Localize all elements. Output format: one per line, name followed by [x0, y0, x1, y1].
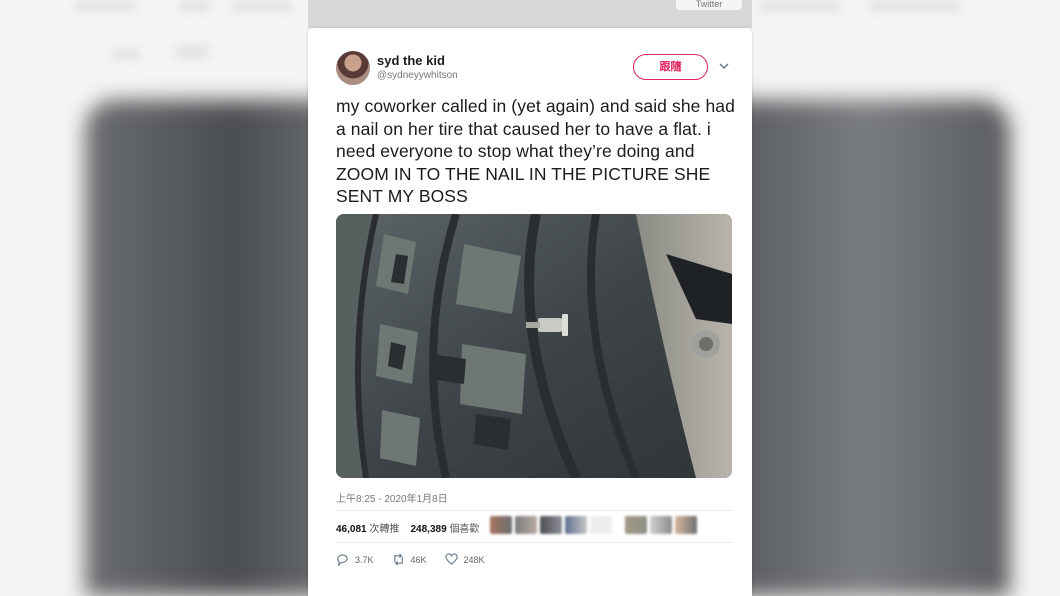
tweet-text: my coworker called in (yet again) and sa…: [336, 96, 735, 207]
tweet-actions: 3.7K 46K 248K: [336, 553, 485, 566]
blurred-shape: [760, 0, 840, 12]
blurred-tire-right: [720, 100, 1010, 596]
top-strip: Twitter: [308, 0, 752, 28]
like-button[interactable]: 248K: [444, 553, 485, 566]
timestamp[interactable]: 上午8:25 - 2020年1月8日: [336, 490, 448, 505]
blurred-shape: [112, 48, 140, 60]
liker-avatar[interactable]: [515, 516, 537, 534]
reply-icon: [337, 554, 348, 566]
handle[interactable]: @sydneyywhitson: [377, 70, 458, 81]
follow-button[interactable]: 跟隨: [633, 54, 708, 80]
liker-avatar[interactable]: [675, 516, 697, 534]
liker-avatar[interactable]: [540, 516, 562, 534]
blurred-shape: [232, 0, 292, 12]
liker-avatar[interactable]: [650, 516, 672, 534]
retweet-button[interactable]: 46K: [392, 553, 427, 566]
blurred-shape: [75, 0, 135, 12]
likers-avatars: [490, 516, 697, 534]
tweet-card: syd the kid @sydneyywhitson 跟隨 my cowork…: [308, 28, 752, 596]
blurred-shape: [175, 45, 209, 59]
liker-avatar[interactable]: [590, 516, 612, 534]
liker-avatar[interactable]: [625, 516, 647, 534]
engagement-stats: 46,081 次轉推 248,389 個喜歡: [336, 520, 479, 535]
display-name[interactable]: syd the kid: [377, 53, 445, 68]
retweet-icon: [393, 553, 403, 566]
blurred-tire-left: [85, 100, 335, 596]
blurred-shape: [870, 0, 960, 12]
source-label: Twitter: [676, 0, 742, 10]
chevron-down-icon[interactable]: [719, 61, 729, 71]
reply-button[interactable]: 3.7K: [336, 553, 374, 566]
reply-count: 3.7K: [355, 554, 374, 565]
liker-avatar[interactable]: [565, 516, 587, 534]
divider: [336, 510, 732, 511]
retweet-count: 46K: [410, 554, 427, 565]
tire-photo: [336, 214, 732, 478]
heart-icon: [444, 553, 458, 565]
avatar[interactable]: [336, 51, 370, 85]
likes-label[interactable]: 個喜歡: [449, 524, 479, 535]
tweet-photo[interactable]: [336, 214, 732, 478]
retweets-count[interactable]: 46,081: [336, 524, 367, 535]
likes-count[interactable]: 248,389: [411, 524, 447, 535]
liker-avatar[interactable]: [490, 516, 512, 534]
retweets-label[interactable]: 次轉推: [369, 524, 399, 535]
like-count: 248K: [463, 554, 485, 565]
divider: [336, 542, 732, 543]
blurred-shape: [180, 0, 210, 12]
